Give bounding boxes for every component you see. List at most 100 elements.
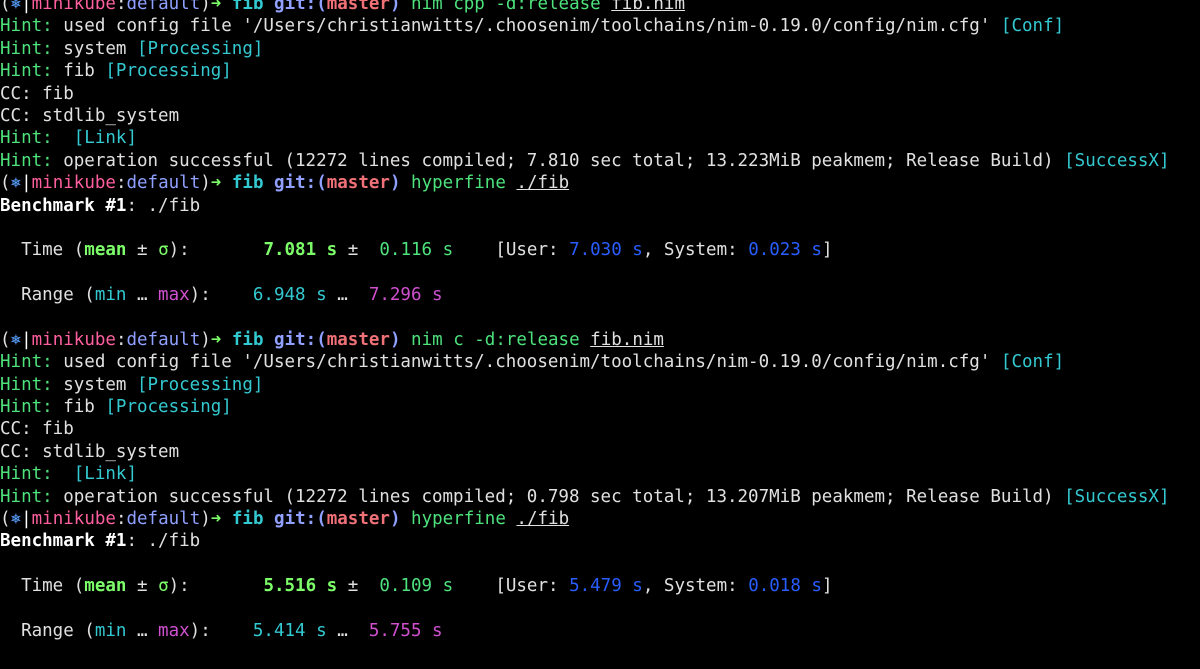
prompt-directory: fib xyxy=(231,173,264,194)
arrow-right-icon: ➜ xyxy=(210,329,222,350)
benchmark-header-line: Benchmark #1: ./fib xyxy=(0,195,1200,217)
prompt-directory: fib xyxy=(231,329,264,350)
hint-success-line: Hint: operation successful (12272 lines … xyxy=(0,486,1200,508)
command-file-arg: fib.nim xyxy=(590,329,664,350)
hint-config-line: Hint: used config file '/Users/christian… xyxy=(0,351,1200,373)
prompt-git-close: ) xyxy=(389,329,401,350)
arrow-right-icon: ➜ xyxy=(210,173,222,194)
mean-value: 5.516 s xyxy=(263,576,338,597)
ellipsis: … xyxy=(126,620,159,641)
prompt-line: (⎈|minikube:default)➜ fib git:(master) h… xyxy=(0,508,1200,530)
hint-text xyxy=(53,464,74,484)
range-label: Range ( xyxy=(0,285,95,306)
system-time-value: 0.023 s xyxy=(748,240,822,261)
hint-fib-line: Hint: fib [Processing] xyxy=(0,60,1200,82)
prompt-kube-context: minikube xyxy=(31,173,116,194)
prompt-close-paren: ) xyxy=(200,329,211,350)
hint-prefix: Hint: xyxy=(0,486,53,507)
cc-line: CC: fib xyxy=(0,83,1200,105)
hint-text: used config file '/Users/christianwitts/… xyxy=(52,16,1001,37)
hint-tag: [Processing] xyxy=(105,61,232,82)
prompt-colon: : xyxy=(115,0,127,14)
terminal-output: (⎈|minikube:default)➜ fib git:(master) n… xyxy=(0,0,1200,642)
hint-link-line: Hint: [Link] xyxy=(0,127,1200,149)
hint-text: used config file '/Users/christianwitts/… xyxy=(52,352,1001,373)
shell-command: nim cpp -d:release xyxy=(411,0,601,14)
prompt-directory: fib xyxy=(231,0,264,14)
bracket-close: ] xyxy=(821,240,833,261)
user-time-value: 7.030 s xyxy=(569,240,643,261)
cc-text: CC: fib xyxy=(0,419,74,440)
cc-text: CC: fib xyxy=(0,83,74,104)
prompt-close-paren: ) xyxy=(200,173,211,194)
ellipsis: … xyxy=(126,285,159,306)
kubernetes-wheel-icon: ⎈ xyxy=(10,329,22,350)
prompt-git-label: git:( xyxy=(274,173,327,194)
hint-text: operation successful (12272 lines compil… xyxy=(52,150,1065,171)
system-label: , System: xyxy=(642,240,749,261)
system-time-value: 0.018 s xyxy=(748,576,822,597)
range-label-close: ): xyxy=(189,285,211,306)
range-min-value: 6.948 s xyxy=(252,285,327,306)
prompt-kube-context: minikube xyxy=(31,329,116,350)
min-label: min xyxy=(94,285,127,306)
hint-text: operation successful (12272 lines compil… xyxy=(52,486,1065,507)
prompt-kube-context: minikube xyxy=(31,0,116,14)
benchmark-time-line: Time (mean ± σ): 5.516 s ± 0.109 s [User… xyxy=(0,575,1200,597)
command-file-arg: ./fib xyxy=(516,508,570,529)
prompt-kube-namespace: default xyxy=(126,329,201,350)
time-label: Time ( xyxy=(0,576,85,597)
terminal-window[interactable]: (⎈|minikube:default)➜ fib git:(master) n… xyxy=(0,0,1200,669)
benchmark-target: : ./fib xyxy=(126,531,201,552)
min-label: min xyxy=(94,620,127,641)
hint-text: fib xyxy=(52,397,106,418)
prompt-colon: : xyxy=(115,508,127,529)
benchmark-label: Benchmark #1 xyxy=(0,195,127,216)
hint-prefix: Hint: xyxy=(0,150,53,171)
prompt-git-branch: master xyxy=(326,0,390,14)
hint-tag: [Processing] xyxy=(105,397,232,418)
command-file-arg: ./fib xyxy=(516,173,570,194)
cc-text: CC: stdlib_system xyxy=(0,105,180,126)
prompt-open-paren: ( xyxy=(0,173,11,194)
arrow-right-icon: ➜ xyxy=(210,0,222,14)
prompt-kube-namespace: default xyxy=(126,508,201,529)
benchmark-range-line: Range (min … max): 6.948 s … 7.296 s xyxy=(0,284,1200,306)
prompt-separator: | xyxy=(21,329,32,350)
hint-prefix: Hint: xyxy=(0,128,53,149)
prompt-separator: | xyxy=(21,173,32,194)
hint-prefix: Hint: xyxy=(0,38,53,59)
prompt-git-close: ) xyxy=(389,0,401,14)
prompt-colon: : xyxy=(115,173,127,194)
hint-tag: [SuccessX] xyxy=(1064,150,1170,171)
hint-system-line: Hint: system [Processing] xyxy=(0,38,1200,60)
prompt-kube-namespace: default xyxy=(126,173,201,194)
plus-minus: ± xyxy=(126,240,159,261)
prompt-kube-namespace: default xyxy=(126,0,201,14)
prompt-separator: | xyxy=(21,0,32,14)
prompt-line: (⎈|minikube:default)➜ fib git:(master) n… xyxy=(0,0,1200,15)
hint-text: fib xyxy=(52,61,106,82)
benchmark-range-line: Range (min … max): 5.414 s … 5.755 s xyxy=(0,620,1200,642)
max-label: max xyxy=(158,620,190,641)
hint-text xyxy=(53,128,74,148)
prompt-open-paren: ( xyxy=(0,329,11,350)
prompt-git-label: git:( xyxy=(274,0,327,14)
prompt-git-close: ) xyxy=(389,173,401,194)
